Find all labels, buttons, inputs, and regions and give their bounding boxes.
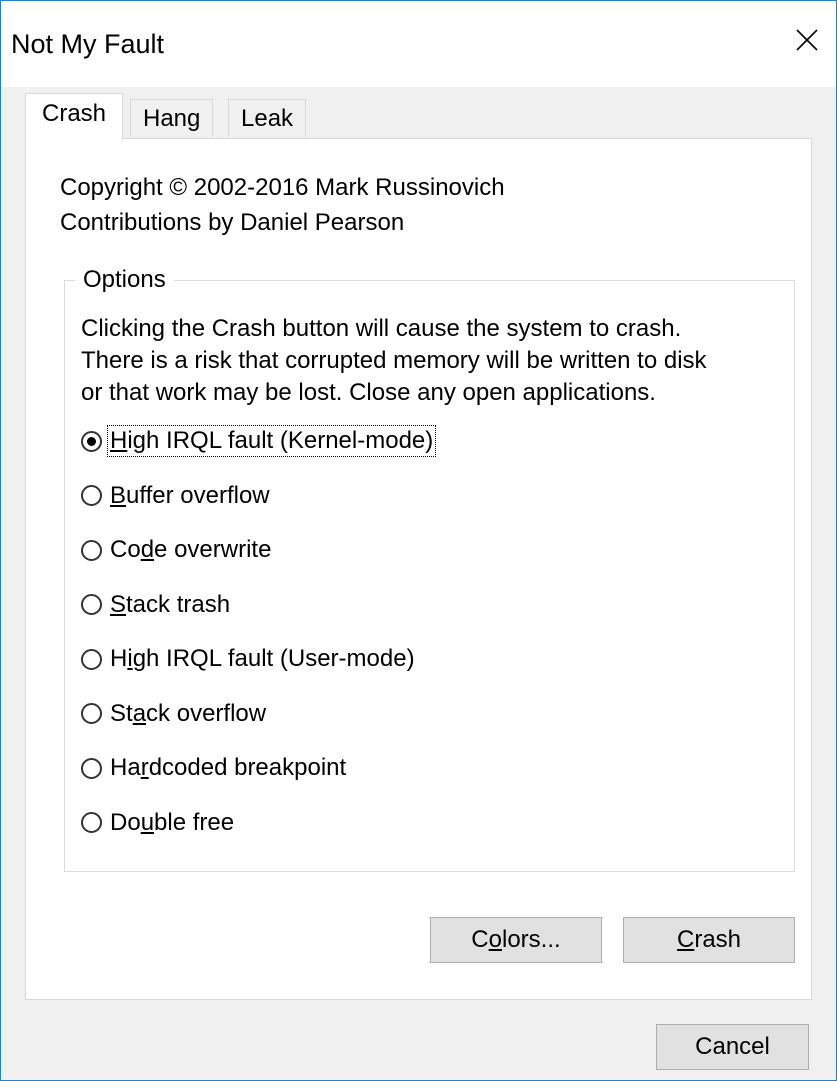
crash-option-label: Buffer overflow — [110, 481, 270, 509]
radio-unchecked-icon[interactable] — [81, 539, 102, 561]
radio-unchecked-icon[interactable] — [81, 812, 102, 833]
crash-option-radio[interactable]: Stack overflow — [81, 695, 268, 733]
options-group-title: Options — [75, 265, 174, 295]
description-line: or that work may be lost. Close any open… — [81, 379, 656, 406]
tab-crash[interactable]: Crash — [25, 93, 124, 140]
crash-option-radio[interactable]: High IRQL fault (Kernel-mode) — [81, 422, 437, 460]
crash-button-label: Crash — [676, 926, 742, 953]
tab-hang[interactable]: Hang — [130, 99, 214, 137]
tab-hang-label: Hang — [143, 105, 201, 132]
window-title: Not My Fault — [11, 29, 165, 59]
crash-option-label: Hardcoded breakpoint — [110, 754, 347, 781]
radio-unchecked-icon[interactable] — [81, 485, 102, 506]
radio-checked-icon[interactable] — [81, 430, 102, 452]
copyright-text: Copyright © 2002-2016 Mark Russinovich — [60, 174, 505, 201]
tab-strip: Crash Hang Leak — [25, 93, 825, 140]
crash-option-label: Double free — [110, 808, 235, 836]
crash-option-label: Stack overflow — [110, 699, 267, 727]
cancel-button[interactable]: Cancel — [656, 1024, 809, 1070]
contributions-text: Contributions by Daniel Pearson — [60, 209, 405, 236]
crash-tab-panel: Copyright © 2002-2016 Mark Russinovich C… — [25, 138, 812, 1000]
crash-option-radio[interactable]: Hardcoded breakpoint — [81, 749, 348, 787]
tab-leak[interactable]: Leak — [228, 99, 307, 137]
crash-option-radio[interactable]: Buffer overflow — [81, 477, 272, 515]
radio-unchecked-icon[interactable] — [81, 703, 102, 724]
crash-option-radio[interactable]: Stack trash — [81, 586, 232, 624]
description-line: Clicking the Crash button will cause the… — [81, 315, 682, 342]
crash-option-label: High IRQL fault (Kernel-mode) — [106, 425, 437, 457]
title-bar[interactable]: Not My Fault — [1, 1, 836, 87]
radio-unchecked-icon[interactable] — [81, 594, 102, 615]
description-line: There is a risk that corrupted memory wi… — [81, 347, 707, 374]
crash-option-label: Code overwrite — [110, 536, 272, 563]
crash-option-radio[interactable]: Code overwrite — [81, 531, 273, 569]
crash-button[interactable]: Crash — [623, 917, 795, 963]
options-description: Clicking the Crash button will cause the… — [81, 313, 791, 409]
colors-button-label: Colors... — [471, 926, 561, 953]
close-button[interactable] — [778, 11, 836, 69]
crash-option-radio[interactable]: High IRQL fault (User-mode) — [81, 640, 417, 678]
crash-option-label: High IRQL fault (User-mode) — [110, 645, 415, 672]
radio-unchecked-icon[interactable] — [81, 648, 102, 670]
not-my-fault-window: Not My Fault Crash Hang Leak Copyright ©… — [0, 0, 837, 1081]
tab-crash-label: Crash — [42, 100, 107, 127]
cancel-button-label: Cancel — [695, 1033, 770, 1060]
tab-leak-label: Leak — [241, 105, 294, 132]
options-group: Options Clicking the Crash button will c… — [64, 265, 795, 872]
close-icon — [796, 29, 818, 51]
radio-unchecked-icon[interactable] — [81, 757, 102, 779]
colors-button[interactable]: Colors... — [430, 917, 602, 963]
crash-option-label: Stack trash — [110, 590, 231, 618]
crash-option-radio[interactable]: Double free — [81, 804, 236, 842]
